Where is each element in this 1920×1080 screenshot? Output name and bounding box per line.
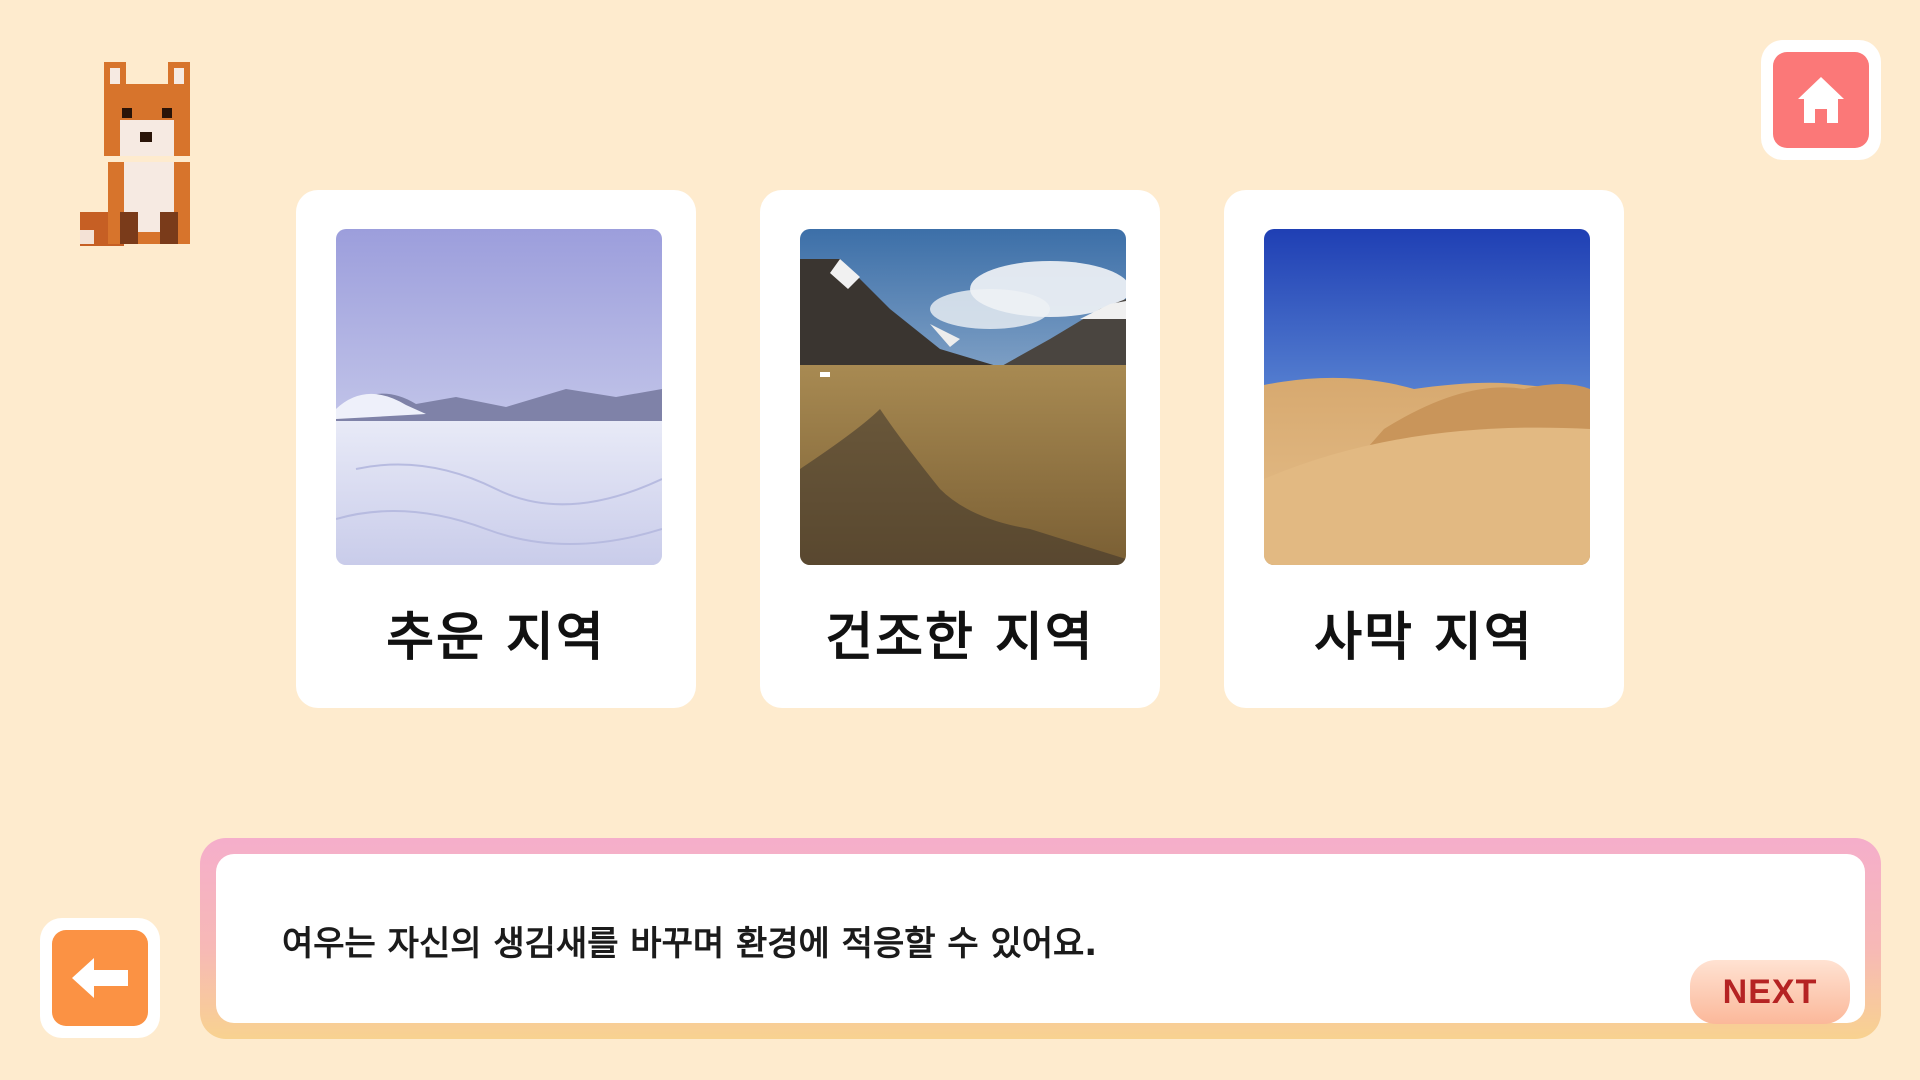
next-button[interactable]: NEXT [1690, 960, 1850, 1024]
card-label: 사막 지역 [1314, 608, 1534, 668]
home-icon [1798, 77, 1844, 123]
dry-valley-image [800, 229, 1126, 565]
snowfield-image [336, 229, 662, 565]
fox-icon [80, 62, 206, 250]
home-button-face [1773, 52, 1869, 148]
desert-dunes-image [1264, 229, 1590, 565]
card-label: 건조한 지역 [825, 608, 1095, 668]
home-button[interactable] [1761, 40, 1881, 160]
back-button[interactable] [40, 918, 160, 1038]
card-dry-region[interactable]: 건조한 지역 [760, 190, 1160, 708]
dialog-panel: 여우는 자신의 생김새를 바꾸며 환경에 적응할 수 있어요. NEXT [216, 854, 1865, 1024]
dialog-text: 여우는 자신의 생김새를 바꾸며 환경에 적응할 수 있어요. [282, 924, 1098, 964]
back-button-face [52, 930, 148, 1026]
card-desert-region[interactable]: 사막 지역 [1224, 190, 1624, 708]
card-cold-region[interactable]: 추운 지역 [296, 190, 696, 708]
card-label: 추운 지역 [386, 608, 606, 668]
arrow-left-icon [72, 958, 128, 998]
dialog-box: 여우는 자신의 생김새를 바꾸며 환경에 적응할 수 있어요. NEXT [200, 838, 1881, 1039]
